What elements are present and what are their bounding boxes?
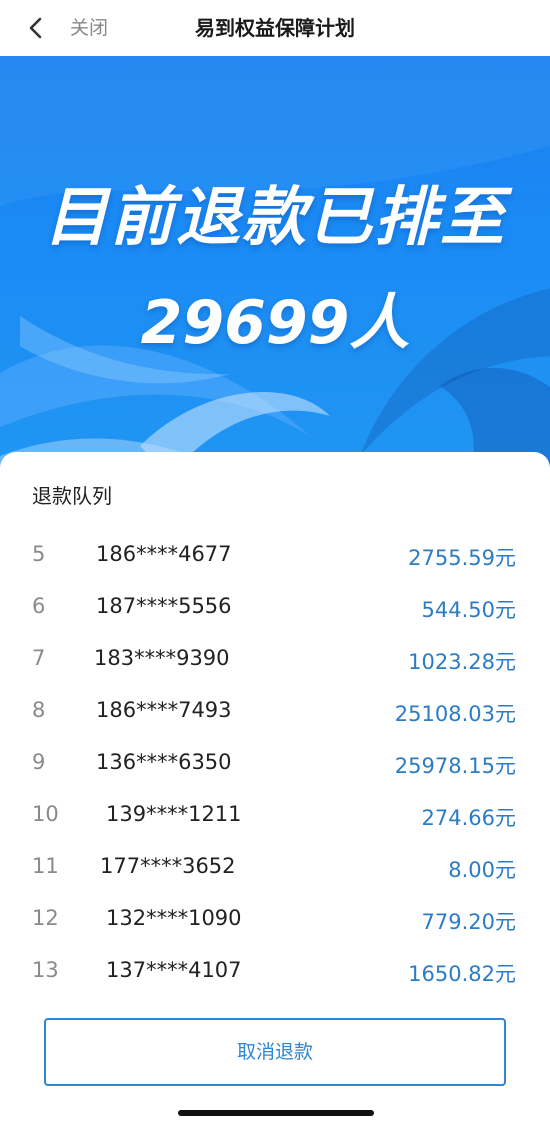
refund-headline: 目前退款已排至: [44, 181, 506, 255]
navigation-bar: 关闭 易到权益保障计划: [0, 0, 550, 56]
queue-row: 12 132****1090 779.20元: [0, 894, 550, 946]
refund-status-banner: 目前退款已排至 29699人: [0, 56, 550, 476]
queue-index: 7: [32, 646, 46, 670]
queue-phone: 186****4677: [96, 542, 232, 566]
queue-phone: 136****6350: [96, 750, 232, 774]
queue-amount: 779.20元: [421, 910, 516, 934]
queue-amount: 1650.82元: [408, 962, 516, 986]
queue-index: 8: [32, 698, 46, 722]
queue-row: 11 177****3652 8.00元: [0, 842, 550, 894]
queue-index: 13: [32, 958, 59, 982]
queue-amount: 274.66元: [421, 806, 516, 830]
page-title: 易到权益保障计划: [195, 16, 355, 40]
queue-position-count: 29699人: [140, 288, 410, 358]
queue-index: 6: [32, 594, 46, 618]
queue-amount: 2755.59元: [408, 546, 516, 570]
queue-phone: 139****1211: [106, 802, 242, 826]
queue-index: 11: [32, 854, 59, 878]
queue-row: 13 137****4107 1650.82元: [0, 946, 550, 998]
queue-row: 8 186****7493 25108.03元: [0, 686, 550, 738]
queue-index: 9: [32, 750, 46, 774]
queue-phone: 183****9390: [94, 646, 230, 670]
banner-decoration: [0, 56, 550, 476]
home-indicator: [178, 1110, 374, 1116]
queue-phone: 186****7493: [96, 698, 232, 722]
queue-row: 7 183****9390 1023.28元: [0, 634, 550, 686]
queue-index: 12: [32, 906, 59, 930]
refund-queue-card: 退款队列 5 186****4677 2755.59元 6 187****555…: [0, 452, 550, 1129]
queue-row: 10 139****1211 274.66元: [0, 790, 550, 842]
queue-amount: 544.50元: [421, 598, 516, 622]
queue-index: 10: [32, 802, 59, 826]
cancel-refund-button[interactable]: 取消退款: [44, 1018, 506, 1086]
queue-phone: 187****5556: [96, 594, 232, 618]
queue-amount: 25978.15元: [394, 754, 516, 778]
queue-phone: 132****1090: [106, 906, 242, 930]
queue-amount: 8.00元: [448, 858, 516, 882]
queue-phone: 177****3652: [100, 854, 236, 878]
queue-row: 6 187****5556 544.50元: [0, 582, 550, 634]
queue-amount: 25108.03元: [394, 702, 516, 726]
queue-phone: 137****4107: [106, 958, 242, 982]
queue-amount: 1023.28元: [408, 650, 516, 674]
queue-row: 5 186****4677 2755.59元: [0, 530, 550, 582]
queue-index: 5: [32, 542, 46, 566]
queue-section-title: 退款队列: [32, 484, 112, 508]
queue-row: 9 136****6350 25978.15元: [0, 738, 550, 790]
